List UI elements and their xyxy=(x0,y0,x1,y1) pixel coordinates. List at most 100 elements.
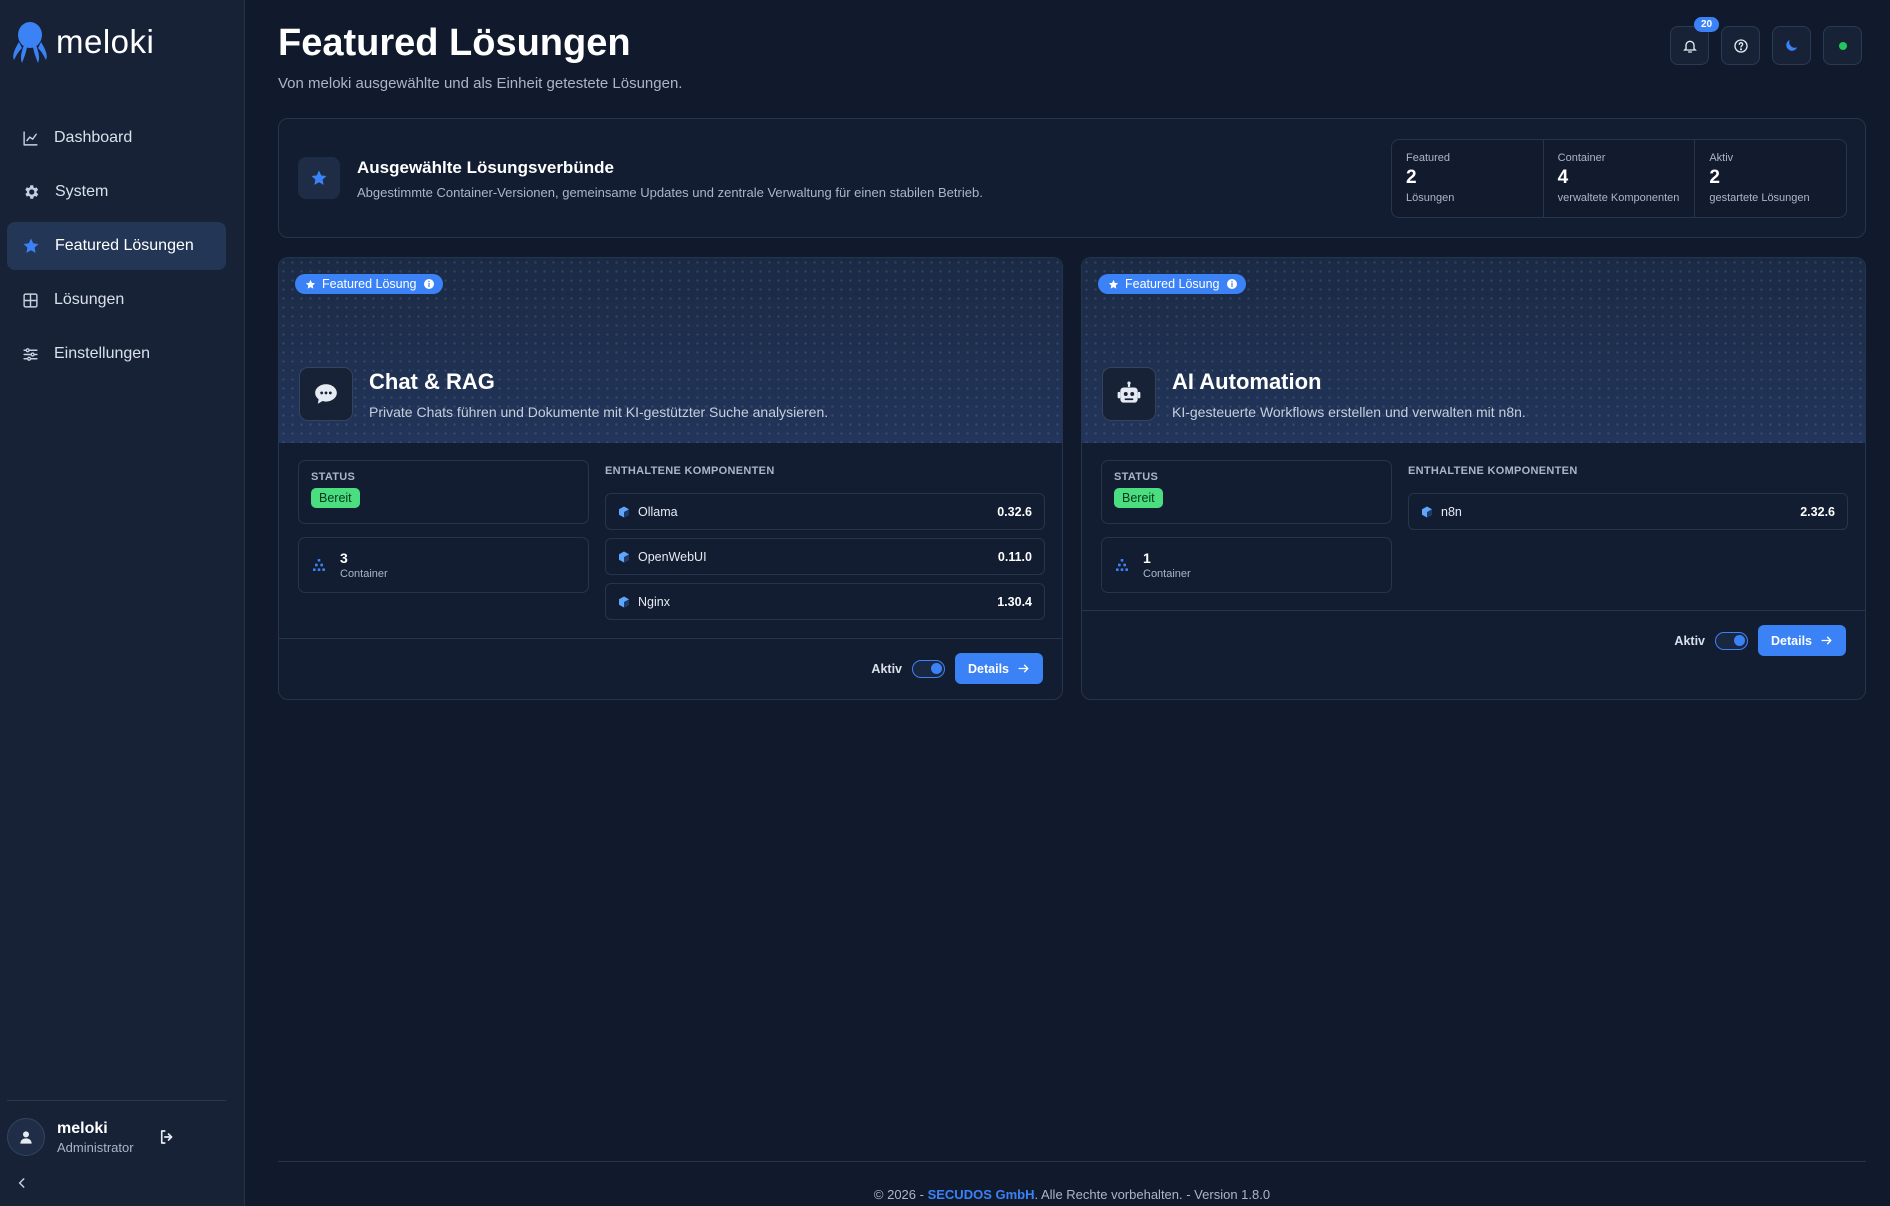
collapse-sidebar-button[interactable] xyxy=(15,1176,29,1195)
star-icon xyxy=(311,170,327,185)
online-status-dot-icon xyxy=(1838,41,1847,50)
details-button-label: Details xyxy=(1771,633,1812,648)
notifications-button[interactable]: 20 xyxy=(1670,17,1720,65)
container-count: 1 xyxy=(1143,550,1151,566)
details-button-label: Details xyxy=(968,661,1009,676)
app-name: meloki xyxy=(56,23,155,60)
banner-title: Ausgewählte Lösungsverbünde xyxy=(357,158,614,177)
card-footer: Aktiv Details xyxy=(871,653,1043,684)
help-button[interactable] xyxy=(1721,26,1760,65)
featured-tag: Featured Lösung xyxy=(1098,274,1246,294)
page-footer: © 2026 - SECUDOS GmbH. Alle Rechte vorbe… xyxy=(278,1187,1866,1202)
theme-toggle-button[interactable] xyxy=(1772,26,1811,65)
arrow-right-icon xyxy=(1821,636,1832,645)
card-icon-frame xyxy=(1102,367,1156,421)
component-row-ollama: Ollama 0.32.6 xyxy=(605,493,1045,530)
package-icon xyxy=(619,596,629,607)
star-icon xyxy=(23,238,39,253)
gear-icon xyxy=(25,185,39,199)
package-icon xyxy=(1422,506,1432,517)
robot-icon xyxy=(1117,381,1141,403)
component-row-openwebui: OpenWebUI 0.11.0 xyxy=(605,538,1045,575)
info-icon[interactable] xyxy=(423,278,435,290)
card-icon-frame xyxy=(299,367,353,421)
stat-label: Aktiv xyxy=(1709,152,1734,164)
sidebar-item-dashboard[interactable]: Dashboard xyxy=(7,114,226,162)
stat-value: 2 xyxy=(1406,167,1417,188)
avatar[interactable] xyxy=(7,1118,45,1156)
user-icon xyxy=(20,1131,32,1144)
sidebar-item-featured-loesungen[interactable]: Featured Lösungen xyxy=(7,222,226,270)
top-actions: 20 xyxy=(1670,17,1862,65)
octopus-logo-icon xyxy=(13,22,47,63)
status-box: STATUS Bereit xyxy=(1101,460,1392,524)
footer-rights-version: . Alle Rechte vorbehalten. - Version 1.8… xyxy=(1034,1187,1271,1202)
app-logo[interactable]: meloki xyxy=(10,20,154,64)
card-footer: Aktiv Details xyxy=(1674,625,1846,656)
user-role: Administrator xyxy=(57,1139,134,1155)
star-icon xyxy=(1108,279,1119,289)
system-status-button[interactable] xyxy=(1823,26,1862,65)
status-label: STATUS xyxy=(311,471,356,483)
sidebar-item-label: Einstellungen xyxy=(54,345,151,362)
sidebar-item-einstellungen[interactable]: Einstellungen xyxy=(7,330,226,378)
component-row-n8n: n8n 2.32.6 xyxy=(1408,493,1848,530)
footer-divider xyxy=(278,1161,1866,1162)
sidebar-divider xyxy=(7,1100,226,1101)
bell-icon xyxy=(1682,40,1697,53)
stat-sublabel: Lösungen xyxy=(1406,192,1455,204)
solution-card-chat-rag[interactable]: Featured Lösung Chat & RAG Private Chats… xyxy=(278,257,1063,700)
toggle-knob xyxy=(931,662,942,674)
solution-card-ai-automation[interactable]: Featured Lösung AI Automation KI-gesteue… xyxy=(1081,257,1866,700)
footer-company-link[interactable]: SECUDOS GmbH xyxy=(928,1187,1035,1202)
container-count: 3 xyxy=(340,550,348,566)
aktiv-label: Aktiv xyxy=(1674,633,1705,648)
sidebar-item-loesungen[interactable]: Lösungen xyxy=(7,276,226,324)
logout-icon xyxy=(160,1130,173,1144)
container-label: Container xyxy=(340,568,388,580)
info-icon[interactable] xyxy=(1226,278,1238,290)
container-label: Container xyxy=(1143,568,1191,580)
page-title: Featured Lösungen xyxy=(278,22,631,64)
stat-container: Container 4 verwaltete Komponenten xyxy=(1544,140,1696,217)
aktiv-toggle[interactable] xyxy=(912,659,945,678)
components-label: ENTHALTENE KOMPONENTEN xyxy=(1408,465,1578,477)
component-name: OpenWebUI xyxy=(638,549,707,564)
package-icon xyxy=(619,551,629,562)
details-button[interactable]: Details xyxy=(955,653,1043,684)
card-description: Private Chats führen und Dokumente mit K… xyxy=(369,404,829,420)
sidebar-item-system[interactable]: System xyxy=(7,168,226,216)
sidebar-item-label: Featured Lösungen xyxy=(55,237,194,254)
containers-stack-icon xyxy=(1116,559,1128,571)
status-label: STATUS xyxy=(1114,471,1159,483)
featured-tag-label: Featured Lösung xyxy=(1125,277,1220,291)
card-description: KI-gesteuerte Workflows erstellen und ve… xyxy=(1172,404,1526,420)
components-label: ENTHALTENE KOMPONENTEN xyxy=(605,465,775,477)
sidebar-item-label: Dashboard xyxy=(54,129,133,146)
chart-line-icon xyxy=(23,130,38,146)
component-version: 1.30.4 xyxy=(997,594,1032,609)
component-version: 0.32.6 xyxy=(997,504,1032,519)
logout-button[interactable] xyxy=(158,1128,176,1151)
component-version: 2.32.6 xyxy=(1800,504,1835,519)
card-hero: Featured Lösung AI Automation KI-gesteue… xyxy=(1082,258,1865,443)
details-button[interactable]: Details xyxy=(1758,625,1846,656)
sidebar-item-label: Lösungen xyxy=(54,291,125,308)
stat-aktiv: Aktiv 2 gestartete Lösungen xyxy=(1695,140,1846,217)
component-row-nginx: Nginx 1.30.4 xyxy=(605,583,1045,620)
featured-tag-label: Featured Lösung xyxy=(322,277,417,291)
featured-banner: Ausgewählte Lösungsverbünde Abgestimmte … xyxy=(278,118,1866,238)
status-badge: Bereit xyxy=(311,488,360,508)
arrow-right-icon xyxy=(1018,664,1029,673)
sidebar-nav: Dashboard System Featured Lösungen Lösun… xyxy=(7,114,226,384)
status-box: STATUS Bereit xyxy=(298,460,589,524)
component-list: Ollama 0.32.6 OpenWebUI 0.11.0 Nginx 1.3… xyxy=(605,493,1045,628)
aktiv-toggle[interactable] xyxy=(1715,631,1748,650)
aktiv-label: Aktiv xyxy=(871,661,902,676)
container-count-box: 3 Container xyxy=(298,537,589,593)
component-list: n8n 2.32.6 xyxy=(1408,493,1848,538)
banner-description: Abgestimmte Container-Versionen, gemeins… xyxy=(357,185,983,200)
containers-stack-icon xyxy=(313,559,325,571)
star-icon xyxy=(305,279,316,289)
card-divider xyxy=(1082,610,1865,611)
